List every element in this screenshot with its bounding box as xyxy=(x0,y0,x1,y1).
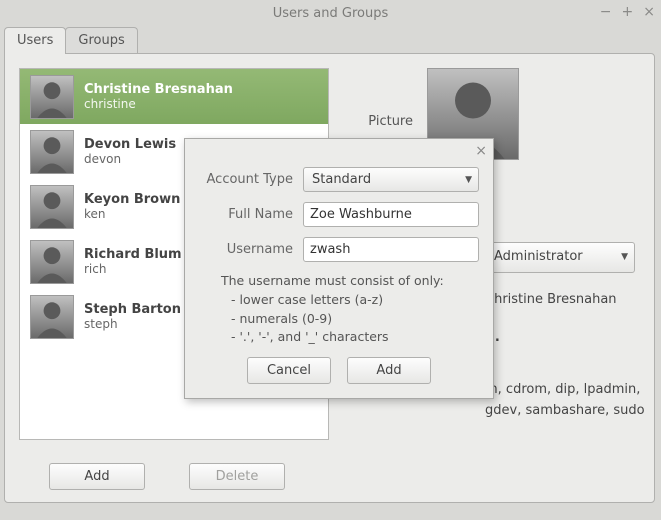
minimize-icon[interactable]: − xyxy=(600,4,612,20)
hint-line: - lower case letters (a-z) xyxy=(231,291,479,310)
detail-full-name: Christine Bresnahan xyxy=(485,290,617,311)
user-text: Christine Bresnahan christine xyxy=(84,82,233,111)
hint-line: - '.', '-', and '_' characters xyxy=(231,328,479,347)
add-button[interactable]: Add xyxy=(49,463,145,490)
avatar xyxy=(30,130,74,174)
dlg-hint: The username must consist of only: - low… xyxy=(221,272,479,347)
tab-groups[interactable]: Groups xyxy=(65,27,137,54)
user-login: devon xyxy=(84,152,176,166)
dialog-close-icon[interactable]: × xyxy=(475,143,487,159)
dlg-account-type-label: Account Type xyxy=(199,172,293,187)
titlebar: Users and Groups − + × xyxy=(0,0,661,26)
dlg-add-button[interactable]: Add xyxy=(347,357,431,384)
user-name: Christine Bresnahan xyxy=(84,82,233,97)
bottom-buttons: Add Delete xyxy=(49,463,285,490)
dlg-account-type-dropdown[interactable]: Standard xyxy=(303,167,479,192)
account-type-dropdown[interactable]: Administrator xyxy=(485,242,635,273)
detail-groups: m, cdrom, dip, lpadmin, gdev, sambashare… xyxy=(485,380,655,422)
dlg-fullname-label: Full Name xyxy=(199,207,293,222)
window-controls: − + × xyxy=(600,4,655,20)
dlg-account-type-value: Standard xyxy=(312,172,371,187)
dlg-fullname-input[interactable] xyxy=(303,202,479,227)
avatar xyxy=(30,295,74,339)
user-name: Keyon Brown xyxy=(84,192,180,207)
maximize-icon[interactable]: + xyxy=(622,4,634,20)
avatar xyxy=(30,185,74,229)
dialog-buttons: Cancel Add xyxy=(199,357,479,384)
add-user-dialog: × Account Type Standard Full Name Userna… xyxy=(184,138,494,399)
user-name: Devon Lewis xyxy=(84,137,176,152)
window: Users and Groups − + × Users Groups Chri… xyxy=(0,0,661,520)
picture-label: Picture xyxy=(349,114,413,129)
window-title: Users and Groups xyxy=(273,6,388,21)
avatar xyxy=(30,240,74,284)
tab-bar: Users Groups xyxy=(0,26,661,53)
list-item[interactable]: Christine Bresnahan christine xyxy=(20,69,328,124)
user-login: rich xyxy=(84,262,182,276)
dlg-username-label: Username xyxy=(199,242,293,257)
user-login: christine xyxy=(84,97,233,111)
user-login: steph xyxy=(84,317,181,331)
account-type-value: Administrator xyxy=(494,249,583,264)
delete-button[interactable]: Delete xyxy=(189,463,285,490)
hint-line: - numerals (0-9) xyxy=(231,310,479,329)
user-name: Richard Blum xyxy=(84,247,182,262)
user-name: Steph Barton xyxy=(84,302,181,317)
dlg-username-input[interactable] xyxy=(303,237,479,262)
hint-title: The username must consist of only: xyxy=(221,272,479,291)
user-login: ken xyxy=(84,207,180,221)
tab-users[interactable]: Users xyxy=(4,27,66,54)
dlg-cancel-button[interactable]: Cancel xyxy=(247,357,331,384)
avatar xyxy=(30,75,74,119)
close-icon[interactable]: × xyxy=(643,4,655,20)
